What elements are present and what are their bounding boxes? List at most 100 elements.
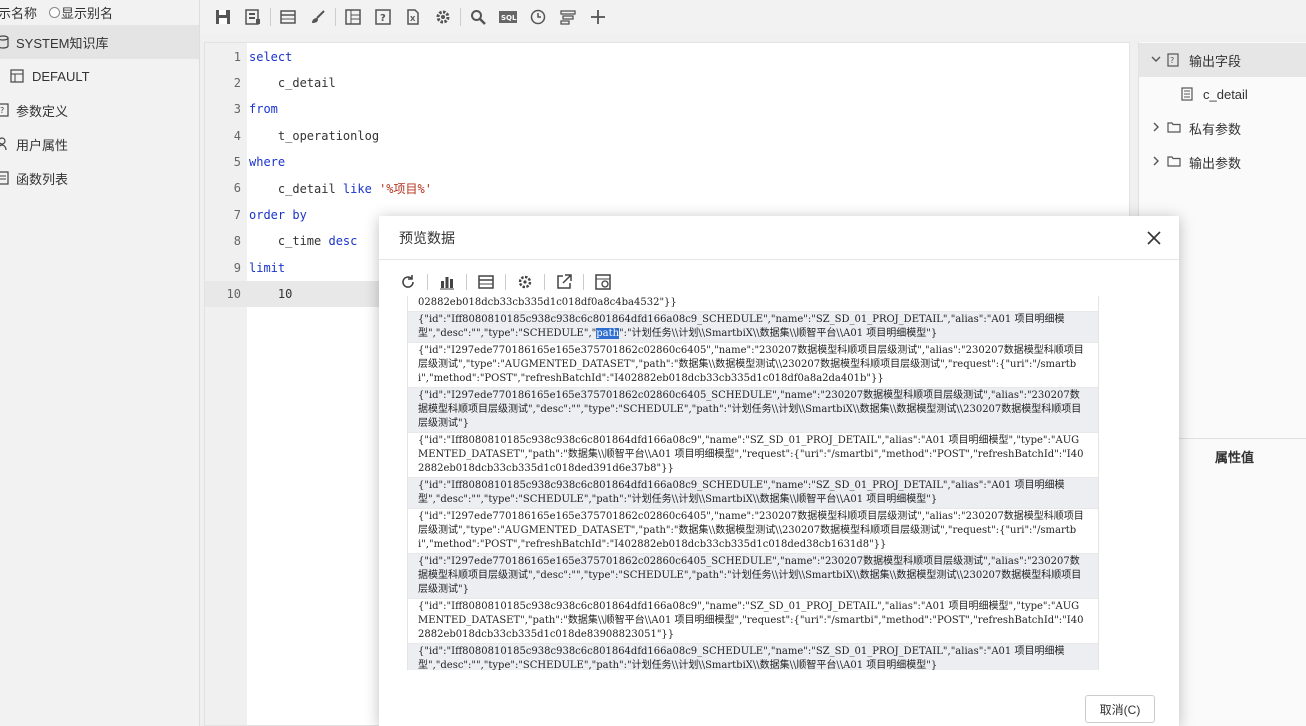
refresh-icon[interactable] <box>399 273 417 291</box>
toolbar-divider <box>270 8 271 26</box>
search-icon[interactable] <box>469 8 487 26</box>
show-alias-radio[interactable] <box>49 6 61 18</box>
show-alias-label[interactable]: 显示别名 <box>61 3 113 22</box>
toolbar-divider <box>544 274 545 290</box>
table-row[interactable]: 02882eb018dcb33cb335d1c018df0a8c4ba4532"… <box>408 296 1098 312</box>
dialog-header: 预览数据 <box>379 216 1179 260</box>
cell-text: {"id":"I297ede770186165e165e375701862c02… <box>418 345 1084 384</box>
cell-text: ":"计划任务\\计划\\SmartbiX\\数据集\\顺智平台\\A01 项目… <box>619 328 938 339</box>
toolbar-divider <box>505 274 506 290</box>
chevron-down-icon[interactable] <box>1151 54 1163 67</box>
save-as-icon[interactable] <box>244 8 262 26</box>
cell-text: 02882eb018dcb33cb335d1c018df0a8c4ba4532"… <box>418 297 677 308</box>
code-text: order by <box>249 208 307 222</box>
svg-text:?: ? <box>1170 56 1174 65</box>
toolbar: ? X SQL <box>200 0 1306 34</box>
property-value-header: 属性值 <box>1215 450 1255 465</box>
add-icon[interactable] <box>589 8 607 26</box>
code-line: 1 select <box>205 44 1131 70</box>
private-params-label: 私有参数 <box>1189 121 1242 137</box>
table-row[interactable]: {"id":"I297ede770186165e165e375701862c02… <box>408 388 1098 433</box>
table-icon[interactable] <box>279 8 297 26</box>
output-params-label: 输出参数 <box>1189 155 1242 171</box>
line-number: 10 <box>226 287 241 301</box>
line-number: 2 <box>233 76 241 90</box>
svg-text:SQL: SQL <box>501 14 517 22</box>
line-number: 5 <box>233 155 241 169</box>
settings-gear-icon[interactable] <box>516 273 534 291</box>
chevron-right-icon[interactable] <box>1151 156 1163 169</box>
name-display-options: 示名称 显示别名 <box>0 0 199 24</box>
code-text: t_operationlog <box>249 129 380 143</box>
tree-item-func-list[interactable]: 函数列表 <box>0 161 199 195</box>
field-c-detail[interactable]: c_detail <box>1139 77 1306 111</box>
output-fields-label: 输出字段 <box>1189 53 1242 69</box>
tree-item-label: SYSTEM知识库 <box>16 35 109 51</box>
table-row[interactable]: {"id":"I297ede770186165e165e375701862c02… <box>408 554 1098 599</box>
line-number: 6 <box>233 181 241 195</box>
cell-text: {"id":"I297ede770186165e165e375701862c02… <box>418 511 1084 550</box>
cancel-button[interactable]: 取消(C) <box>1085 695 1155 723</box>
table-row[interactable]: {"id":"Iff8080810185c938c938c6c801864dfd… <box>408 478 1098 509</box>
table-view-icon[interactable] <box>477 273 495 291</box>
close-icon[interactable] <box>1145 229 1163 247</box>
line-number: 1 <box>233 50 241 64</box>
cell-text: {"id":"Iff8080810185c938c938c6c801864dfd… <box>418 601 1084 640</box>
open-external-icon[interactable] <box>555 273 573 291</box>
code-line: 6 c_detail like '%项目%' <box>205 175 1131 201</box>
private-params-node[interactable]: 私有参数 <box>1139 111 1306 145</box>
schema-icon <box>10 69 24 83</box>
code-text: select <box>249 50 293 64</box>
export-excel-icon[interactable]: X <box>404 8 422 26</box>
field-icon <box>1181 87 1195 101</box>
table-row[interactable]: {"id":"I297ede770186165e165e375701862c02… <box>408 343 1098 388</box>
sql-icon[interactable]: SQL <box>499 8 517 26</box>
toolbar-divider <box>583 274 584 290</box>
tree-item-param-def[interactable]: ? 参数定义 <box>0 93 199 127</box>
output-fields-node[interactable]: ? 输出字段 <box>1139 43 1306 77</box>
layout-icon[interactable] <box>344 8 362 26</box>
table-row[interactable]: {"id":"I297ede770186165e165e375701862c02… <box>408 509 1098 554</box>
folder-icon <box>1167 155 1181 169</box>
tree-item-default[interactable]: DEFAULT <box>0 59 199 93</box>
bar-chart-icon[interactable] <box>438 273 456 291</box>
tree-item-label: 用户属性 <box>16 137 69 153</box>
output-params-node[interactable]: 输出参数 <box>1139 145 1306 179</box>
tree-item-label: 函数列表 <box>16 171 69 187</box>
line-number: 3 <box>233 102 241 116</box>
svg-text:?: ? <box>380 13 386 24</box>
tree-item-system-kb[interactable]: SYSTEM知识库 <box>0 25 199 59</box>
user-attr-icon <box>0 137 10 151</box>
code-line: 2 c_detail <box>205 70 1131 96</box>
settings-gear-icon[interactable] <box>434 8 452 26</box>
help-param-icon[interactable]: ? <box>374 8 392 26</box>
image-export-icon[interactable] <box>594 273 612 291</box>
save-icon[interactable] <box>214 8 232 26</box>
code-text: where <box>249 155 286 169</box>
toolbar-divider <box>460 8 461 26</box>
field-label: c_detail <box>1203 86 1248 102</box>
svg-text:X: X <box>410 15 416 23</box>
table-row[interactable]: {"id":"Iff8080810185c938c938c6c801864dfd… <box>408 599 1098 644</box>
chevron-right-icon[interactable] <box>1151 122 1163 135</box>
svg-text:?: ? <box>0 106 4 115</box>
table-row[interactable]: {"id":"Iff8080810185c938c938c6c801864dfd… <box>408 644 1098 670</box>
cell-text: {"id":"Iff8080810185c938c938c6c801864dfd… <box>418 435 1084 474</box>
table-row[interactable]: {"id":"Iff8080810185c938c938c6c801864dfd… <box>408 433 1098 478</box>
brush-icon[interactable] <box>309 8 327 26</box>
clock-icon[interactable] <box>529 8 547 26</box>
tree-item-user-attr[interactable]: 用户属性 <box>0 127 199 161</box>
preview-data-dialog: 预览数据 02882eb018dcb33cb335d1c018df0a8c4ba… <box>379 216 1179 726</box>
toolbar-divider <box>466 274 467 290</box>
preview-data-grid[interactable]: 02882eb018dcb33cb335d1c018df0a8c4ba4532"… <box>407 296 1099 670</box>
cell-text: {"id":"I297ede770186165e165e375701862c02… <box>418 556 1082 595</box>
line-number: 8 <box>233 234 241 248</box>
code-line: 3 from <box>205 96 1131 122</box>
display-name-label: 示名称 <box>0 5 38 21</box>
code-text: c_detail like '%项目%' <box>249 181 432 196</box>
dialog-toolbar <box>399 272 622 292</box>
table-row[interactable]: {"id":"Iff8080810185c938c938c6c801864dfd… <box>408 312 1098 343</box>
filter-icon[interactable] <box>559 8 577 26</box>
toolbar-divider <box>427 274 428 290</box>
code-line: 4 t_operationlog <box>205 123 1131 149</box>
